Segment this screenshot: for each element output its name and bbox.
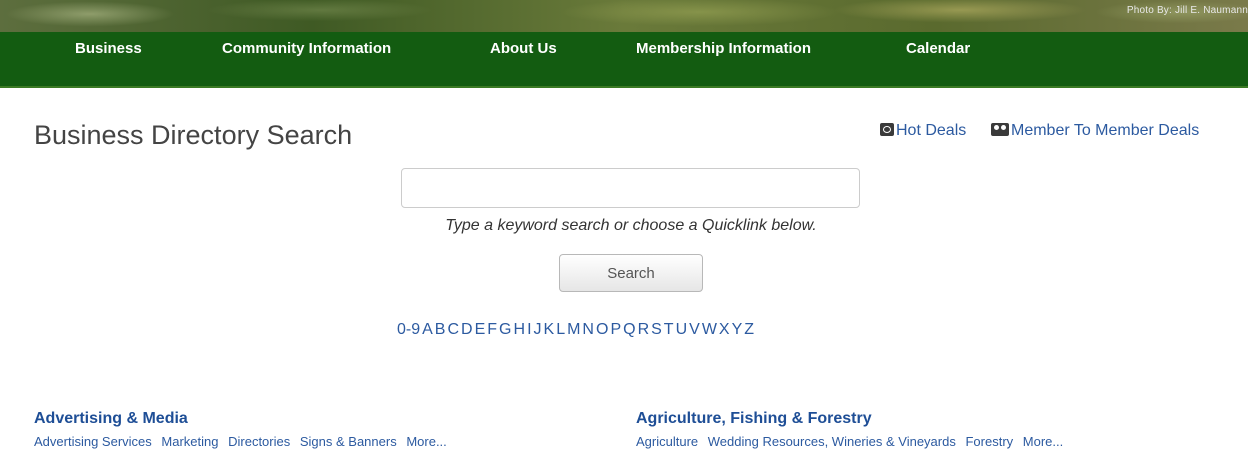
category-title[interactable]: Advertising & Media [34, 410, 453, 428]
alpha-link-k[interactable]: K [544, 321, 555, 338]
nav-item-community-information[interactable]: Community Information [222, 40, 391, 57]
category-link[interactable]: Signs & Banners [300, 434, 397, 449]
nav-item-business[interactable]: Business [75, 40, 142, 57]
category-link[interactable]: Agriculture [636, 434, 698, 449]
category-link[interactable]: Forestry [965, 434, 1013, 449]
alpha-link-z[interactable]: Z [744, 321, 754, 338]
alpha-link-s[interactable]: S [651, 321, 662, 338]
alpha-link-l[interactable]: L [556, 321, 565, 338]
alpha-link-y[interactable]: Y [732, 321, 743, 338]
nav-item-membership-information[interactable]: Membership Information [636, 40, 811, 57]
tag-icon [880, 123, 894, 136]
category-more-link[interactable]: More... [1023, 434, 1063, 449]
search-input[interactable] [401, 168, 860, 208]
header-photo [0, 0, 1248, 32]
alpha-link-m[interactable]: M [567, 321, 580, 338]
alpha-link-e[interactable]: E [475, 321, 486, 338]
main-nav [0, 32, 1248, 86]
alpha-link-u[interactable]: U [676, 321, 688, 338]
nav-item-calendar[interactable]: Calendar [906, 40, 970, 57]
alpha-link-b[interactable]: B [435, 321, 446, 338]
alpha-link-f[interactable]: F [487, 321, 497, 338]
alpha-link-j[interactable]: J [534, 321, 542, 338]
category-more-link[interactable]: More... [406, 434, 446, 449]
search-hint: Type a keyword search or choose a Quickl… [445, 217, 817, 234]
alpha-link-h[interactable]: H [514, 321, 526, 338]
nav-divider [0, 86, 1248, 88]
members-icon [991, 123, 1009, 136]
alpha-link-v[interactable]: V [689, 321, 700, 338]
category-link[interactable]: Advertising Services [34, 434, 152, 449]
hot-deals-label: Hot Deals [896, 122, 967, 139]
category-title[interactable]: Agriculture, Fishing & Forestry [636, 410, 1069, 428]
photo-credit: Photo By: Jill E. Naumann [1126, 5, 1248, 16]
alpha-link-0-9[interactable]: 0-9 [397, 321, 420, 338]
category-advertising-media: Advertising & Media Advertising Services… [34, 410, 453, 449]
alpha-link-p[interactable]: P [610, 321, 621, 338]
alpha-link-o[interactable]: O [596, 321, 608, 338]
header-banner: Photo By: Jill E. Naumann Business Commu… [0, 0, 1248, 88]
alpha-link-r[interactable]: R [638, 321, 650, 338]
hot-deals-link[interactable]: Hot Deals [880, 122, 966, 140]
alpha-link-c[interactable]: C [447, 321, 459, 338]
search-button[interactable]: Search [559, 254, 703, 292]
category-agriculture-fishing-forestry: Agriculture, Fishing & Forestry Agricult… [636, 410, 1069, 449]
page-title: Business Directory Search [34, 120, 353, 150]
alpha-link-i[interactable]: I [527, 321, 531, 338]
member-deals-label: Member To Member Deals [1011, 122, 1200, 139]
member-deals-link[interactable]: Member To Member Deals [991, 122, 1199, 140]
alpha-link-x[interactable]: X [719, 321, 730, 338]
nav-item-about-us[interactable]: About Us [490, 40, 557, 57]
alpha-link-g[interactable]: G [499, 321, 511, 338]
alpha-link-n[interactable]: N [582, 321, 594, 338]
category-links: Agriculture Wedding Resources, Wineries … [636, 434, 1069, 449]
alpha-link-d[interactable]: D [461, 321, 473, 338]
alpha-link-a[interactable]: A [422, 321, 433, 338]
alpha-link-t[interactable]: T [664, 321, 674, 338]
category-links: Advertising Services Marketing Directori… [34, 434, 453, 449]
alpha-link-q[interactable]: Q [623, 321, 635, 338]
alphabet-quicklinks: 0-9 A B C D E F G H I J K L M N O P Q R S T U V W X Y Z [397, 321, 756, 339]
category-link[interactable]: Directories [228, 434, 290, 449]
category-link[interactable]: Marketing [161, 434, 218, 449]
alpha-link-w[interactable]: W [702, 321, 717, 338]
category-link[interactable]: Wedding Resources, Wineries & Vineyards [708, 434, 956, 449]
